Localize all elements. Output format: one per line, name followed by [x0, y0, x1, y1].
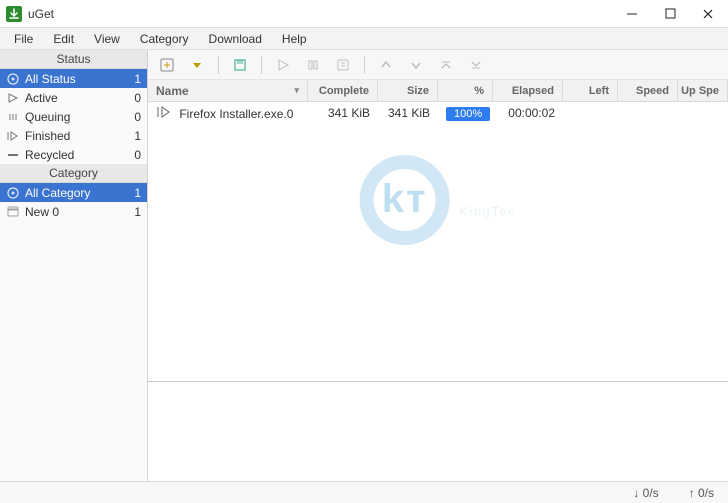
finished-icon: [156, 105, 172, 119]
watermark: kтKingTec: [360, 155, 517, 245]
move-top-button[interactable]: [433, 53, 459, 77]
sort-indicator-icon: ▾: [294, 85, 299, 96]
table-header: Name ▾ Complete Size % Elapsed Left Speed…: [148, 80, 728, 102]
sidebar-status-active[interactable]: Active 0: [0, 88, 147, 107]
status-download-speed: ↓ 0/s: [633, 486, 658, 500]
move-down-button[interactable]: [403, 53, 429, 77]
cell-percent: 100%: [438, 106, 493, 121]
sidebar-item-label: Active: [25, 91, 123, 105]
main-panel: Name ▾ Complete Size % Elapsed Left Speed…: [148, 50, 728, 481]
titlebar: uGet: [0, 0, 728, 28]
sidebar-item-label: New 0: [25, 205, 123, 219]
sidebar-item-label: All Category: [25, 186, 123, 200]
close-button[interactable]: [698, 4, 718, 24]
properties-button[interactable]: [330, 53, 356, 77]
sidebar-item-count: 1: [123, 129, 141, 143]
statusbar: ↓ 0/s ↑ 0/s: [0, 481, 728, 503]
col-elapsed[interactable]: Elapsed: [493, 80, 563, 101]
sidebar-status-recycled[interactable]: Recycled 0: [0, 145, 147, 164]
sidebar-item-label: All Status: [25, 72, 123, 86]
cell-name: Firefox Installer.exe.0: [148, 105, 308, 121]
col-speed[interactable]: Speed: [618, 80, 678, 101]
app-icon: [6, 6, 22, 22]
sidebar-category-header: Category: [0, 164, 147, 183]
maximize-button[interactable]: [660, 4, 680, 24]
col-size[interactable]: Size: [378, 80, 438, 101]
sidebar-status-header: Status: [0, 50, 147, 69]
queue-icon: [6, 110, 20, 124]
separator: [218, 56, 219, 74]
move-up-button[interactable]: [373, 53, 399, 77]
play-icon: [6, 91, 20, 105]
sidebar-item-count: 0: [123, 91, 141, 105]
percent-badge: 100%: [446, 107, 490, 121]
separator: [261, 56, 262, 74]
new-dropdown-button[interactable]: [184, 53, 210, 77]
pause-button[interactable]: [300, 53, 326, 77]
cell-elapsed: 00:00:02: [493, 106, 563, 120]
toolbar: [148, 50, 728, 80]
sidebar-item-count: 1: [123, 205, 141, 219]
status-upload-speed: ↑ 0/s: [689, 486, 714, 500]
col-complete[interactable]: Complete: [308, 80, 378, 101]
sidebar-item-count: 1: [123, 186, 141, 200]
disc-icon: [6, 186, 20, 200]
minimize-button[interactable]: [622, 4, 642, 24]
menu-download[interactable]: Download: [199, 30, 272, 48]
sidebar-item-count: 0: [123, 148, 141, 162]
recycled-icon: [6, 148, 20, 162]
new-download-button[interactable]: [154, 53, 180, 77]
move-bottom-button[interactable]: [463, 53, 489, 77]
separator: [364, 56, 365, 74]
menubar: File Edit View Category Download Help: [0, 28, 728, 50]
col-name[interactable]: Name ▾: [148, 80, 308, 101]
details-panel: [148, 381, 728, 481]
sidebar-status-finished[interactable]: Finished 1: [0, 126, 147, 145]
finished-icon: [6, 129, 20, 143]
sidebar-category-all[interactable]: All Category 1: [0, 183, 147, 202]
table-body[interactable]: kтKingTec Firefox Installer.exe.0 341 Ki…: [148, 102, 728, 381]
col-upspeed[interactable]: Up Spe: [678, 80, 728, 101]
file-name: Firefox Installer.exe.0: [179, 107, 293, 121]
disc-icon: [6, 72, 20, 86]
col-percent[interactable]: %: [438, 80, 493, 101]
sidebar: Status All Status 1 Active 0 Queuing 0 F…: [0, 50, 148, 481]
start-button[interactable]: [270, 53, 296, 77]
cell-size: 341 KiB: [378, 106, 438, 120]
sidebar-item-label: Recycled: [25, 148, 123, 162]
sidebar-item-count: 1: [123, 72, 141, 86]
menu-view[interactable]: View: [84, 30, 130, 48]
sidebar-category-new[interactable]: New 0 1: [0, 202, 147, 221]
sidebar-item-label: Queuing: [25, 110, 123, 124]
menu-help[interactable]: Help: [272, 30, 317, 48]
col-left[interactable]: Left: [563, 80, 618, 101]
menu-file[interactable]: File: [4, 30, 43, 48]
category-icon: [6, 205, 20, 219]
col-label: Name: [156, 84, 189, 98]
sidebar-item-count: 0: [123, 110, 141, 124]
menu-edit[interactable]: Edit: [43, 30, 84, 48]
sidebar-status-queuing[interactable]: Queuing 0: [0, 107, 147, 126]
save-button[interactable]: [227, 53, 253, 77]
sidebar-status-all[interactable]: All Status 1: [0, 69, 147, 88]
sidebar-item-label: Finished: [25, 129, 123, 143]
menu-category[interactable]: Category: [130, 30, 199, 48]
table-row[interactable]: Firefox Installer.exe.0 341 KiB 341 KiB …: [148, 102, 728, 124]
window-title: uGet: [28, 7, 622, 21]
cell-complete: 341 KiB: [308, 106, 378, 120]
